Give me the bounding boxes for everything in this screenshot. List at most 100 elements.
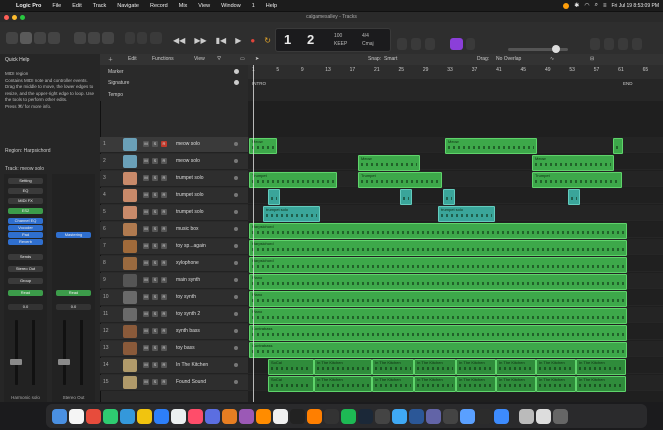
solo-button[interactable]: S — [152, 277, 158, 283]
solo-button[interactable]: S — [152, 294, 158, 300]
catch-icon[interactable]: ▭ — [240, 56, 245, 62]
strip-output[interactable]: Stereo Out — [8, 266, 43, 272]
track-name[interactable]: meow solo — [176, 158, 200, 164]
menu-edit[interactable]: Edit — [72, 3, 81, 9]
midi-region[interactable]: In The Kitchen — [456, 359, 496, 375]
record-enable-button[interactable]: R — [161, 243, 167, 249]
mute-button[interactable]: M — [143, 192, 149, 198]
track-name[interactable]: xylophone — [176, 260, 199, 266]
strip-automation[interactable]: Read — [8, 290, 43, 296]
mute-button[interactable]: M — [143, 175, 149, 181]
midi-region[interactable]: In The Kitchen — [372, 359, 414, 375]
menu-logic-pro[interactable]: Logic Pro — [16, 3, 41, 9]
record-settings-button[interactable] — [150, 32, 162, 44]
track-header[interactable]: 5 M S R trumpet solo — [100, 205, 248, 221]
record-enable-button[interactable]: R — [161, 226, 167, 232]
track-name[interactable]: meow solo — [176, 141, 200, 147]
loop-browser-icon[interactable] — [466, 38, 475, 50]
record-enable-button[interactable]: R — [161, 260, 167, 266]
calendar-icon[interactable] — [171, 408, 186, 424]
mixer-button[interactable] — [88, 32, 100, 44]
activity-icon[interactable] — [477, 408, 492, 424]
track-header[interactable]: 14 M S R In The Kitchen — [100, 358, 248, 374]
midi-region[interactable]: Meow — [358, 155, 420, 171]
menubar-clock[interactable]: Fri Jul 19 8:53:09 PM — [611, 3, 659, 9]
midi-region[interactable]: Contrabass — [249, 325, 627, 341]
documents-icon[interactable] — [519, 408, 534, 424]
midi-region[interactable] — [400, 189, 412, 205]
safari-icon[interactable] — [86, 408, 101, 424]
solo-button[interactable]: S — [152, 141, 158, 147]
master-volume-slider[interactable] — [508, 45, 568, 53]
midi-region[interactable]: Trumpet — [358, 172, 442, 188]
mute-button[interactable]: M — [143, 243, 149, 249]
solo-button[interactable]: S — [152, 226, 158, 232]
filter-icon[interactable]: ⛛ — [217, 56, 221, 62]
midi-region[interactable] — [568, 189, 580, 205]
tuner-icon[interactable] — [425, 38, 435, 50]
strip-eq[interactable]: EQ — [8, 188, 43, 194]
track-options-icon[interactable] — [234, 295, 238, 299]
track-instrument-icon[interactable] — [123, 240, 137, 253]
track-options-icon[interactable] — [234, 176, 238, 180]
midi-region[interactable]: In The Kitchen — [314, 359, 372, 375]
cycle-icon[interactable] — [137, 32, 147, 44]
midi-region[interactable]: Contrabass — [249, 342, 627, 358]
menu-view[interactable]: View — [198, 3, 210, 9]
track-options-icon[interactable] — [234, 193, 238, 197]
midi-region[interactable]: Harpsichord — [249, 223, 627, 239]
track-name[interactable]: toy bass — [176, 345, 195, 351]
track-header[interactable]: 1 M S R meow solo — [100, 137, 248, 153]
functions-menu[interactable]: Functions — [152, 56, 174, 62]
track-instrument-icon[interactable] — [123, 257, 137, 270]
midi-region[interactable]: Harpsichord — [249, 257, 627, 273]
logic-pro-icon[interactable] — [443, 408, 458, 424]
settings-icon[interactable] — [375, 408, 390, 424]
track-name[interactable]: music box — [176, 226, 199, 232]
midi-region[interactable] — [613, 138, 623, 154]
track-name[interactable]: toy sp...again — [176, 243, 206, 249]
output-fader-track[interactable] — [63, 320, 66, 385]
track-name[interactable]: In The Kitchen — [176, 362, 208, 368]
mute-button[interactable]: M — [143, 345, 149, 351]
strip-plugin-1[interactable]: Channel EQ — [8, 218, 43, 224]
mute-button[interactable]: M — [143, 260, 149, 266]
track-instrument-icon[interactable] — [123, 325, 137, 338]
track-options-icon[interactable] — [234, 278, 238, 282]
track-instrument-icon[interactable] — [123, 376, 137, 389]
mute-button[interactable]: M — [143, 277, 149, 283]
track-header[interactable]: 8 M S R xylophone — [100, 256, 248, 272]
midi-region[interactable]: Meow — [532, 155, 614, 171]
output-plugin-1[interactable]: Mastering — [56, 232, 91, 238]
midi-region[interactable]: In The Kitchen — [536, 359, 576, 375]
trash-icon[interactable] — [553, 408, 568, 424]
track-instrument-icon[interactable] — [123, 308, 137, 321]
record-icon[interactable]: ● — [250, 36, 255, 45]
word-icon[interactable] — [409, 408, 424, 424]
global-tempo[interactable]: Tempo — [108, 92, 123, 98]
solo-button[interactable]: S — [152, 175, 158, 181]
notes-icon[interactable] — [137, 408, 152, 424]
discord-icon[interactable] — [205, 408, 220, 424]
track-name[interactable]: synth bass — [176, 328, 200, 334]
minimize-window-icon[interactable] — [12, 15, 17, 20]
pointer-tool-icon[interactable]: ➤ — [255, 56, 259, 62]
track-header[interactable]: 2 M S R meow solo — [100, 154, 248, 170]
track-header[interactable]: 13 M S R toy bass — [100, 341, 248, 357]
pages-icon[interactable] — [307, 408, 322, 424]
track-options-icon[interactable] — [234, 142, 238, 146]
go-to-start-icon[interactable]: ▮◀ — [216, 36, 227, 45]
xcode-icon[interactable] — [392, 408, 407, 424]
midi-region[interactable]: In The Kitchen — [576, 376, 626, 392]
edit-menu[interactable]: Edit — [128, 56, 137, 62]
global-signature[interactable]: Signature — [108, 80, 129, 86]
midi-region[interactable]: Trumpet — [532, 172, 622, 188]
add-marker-icon[interactable] — [234, 69, 239, 74]
mute-button[interactable]: M — [143, 311, 149, 317]
wifi-icon[interactable]: ◠ — [584, 2, 589, 9]
mute-button[interactable]: M — [143, 362, 149, 368]
launchpad-icon[interactable] — [69, 408, 84, 424]
bar-ruler[interactable]: 1591317212529333741454953576165 — [248, 65, 663, 79]
strip-plugin-4[interactable]: Reverb — [8, 239, 43, 245]
solo-button[interactable]: S — [152, 158, 158, 164]
